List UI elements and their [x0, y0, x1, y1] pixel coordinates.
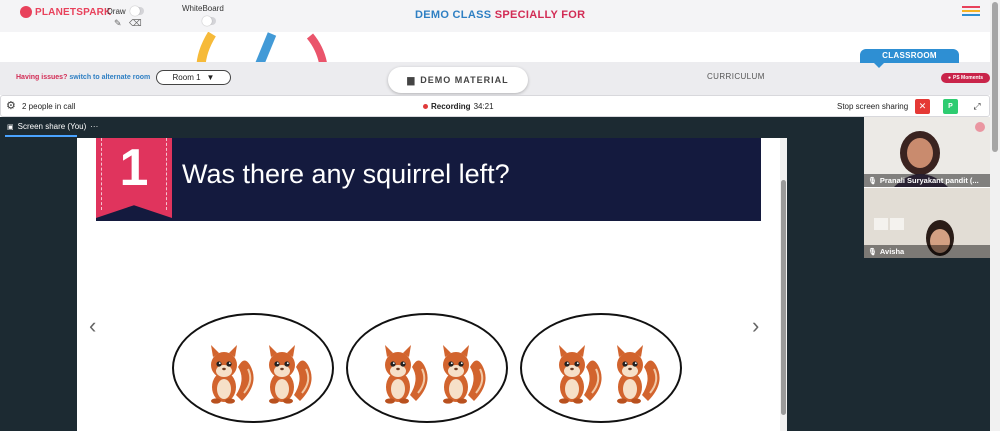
- participant-name-bar: 🎙 Avisha: [864, 245, 990, 258]
- slide-header: 1 Was there any squirrel left?: [96, 138, 761, 221]
- previous-slide-arrow-icon[interactable]: ‹: [89, 315, 96, 337]
- mic-icon: 🎙: [868, 248, 877, 256]
- squirrel-group-oval: [520, 313, 682, 423]
- whiteboard-toggle[interactable]: [202, 16, 216, 26]
- alternate-room-link[interactable]: switch to alternate room: [69, 74, 150, 81]
- recording-label: Recording: [431, 102, 471, 111]
- stop-share-label: Stop screen sharing: [837, 102, 909, 111]
- mic-icon: 🎙: [868, 177, 877, 185]
- folder-icon: ▆: [407, 74, 416, 85]
- pencil-icon[interactable]: ✎: [114, 19, 122, 28]
- page-title: DEMO CLASS SPECIALLY FOR: [415, 9, 585, 21]
- slide-canvas: 1 Was there any squirrel left? ‹ ›: [77, 138, 787, 431]
- top-header: PLANETSPARK Draw ✎ ⌫ WhiteBoard DEMO CLA…: [0, 0, 990, 32]
- whiteboard-label: WhiteBoard: [182, 4, 224, 13]
- demo-material-label: DEMO MATERIAL: [420, 75, 509, 85]
- recording-time: 34:21: [473, 102, 494, 111]
- screen-share-tab[interactable]: ▣ Screen share (You) ···: [7, 122, 98, 131]
- squirrel-group-oval: [346, 313, 508, 423]
- demo-material-button[interactable]: ▆ DEMO MATERIAL: [388, 67, 528, 93]
- hamburger-menu-icon[interactable]: [962, 6, 980, 16]
- squirrel-icon: [608, 343, 664, 410]
- room-select-value: Room 1: [172, 73, 201, 82]
- title-demo-class: DEMO CLASS: [415, 9, 492, 21]
- close-icon[interactable]: ✕: [915, 99, 930, 114]
- draw-toggle[interactable]: [130, 6, 144, 16]
- page-scrollbar-thumb[interactable]: [992, 2, 998, 152]
- number-ribbon: 1: [96, 138, 172, 218]
- brand-name: PLANETSPARK: [35, 6, 112, 18]
- participant-video-teacher[interactable]: 🎙 Pranali Suryakant pandit (...: [864, 117, 990, 187]
- screen-share-stage: ▣ Screen share (You) ··· 1 Was there any…: [0, 117, 864, 431]
- more-options-icon[interactable]: ···: [90, 122, 98, 131]
- side-panel-empty: [864, 258, 990, 431]
- squirrel-icon: [434, 343, 490, 410]
- monitor-icon: ▣: [7, 123, 14, 131]
- ps-moments-label: PS Moments: [953, 75, 984, 81]
- recording-status: Recording 34:21: [423, 102, 494, 111]
- title-specially-for: SPECIALLY FOR: [494, 9, 586, 21]
- planet-logo-icon: [20, 6, 32, 18]
- participant-name-bar: 🎙 Pranali Suryakant pandit (...: [864, 174, 990, 187]
- caret-down-icon: ▼: [206, 73, 215, 82]
- squirrel-icon: [376, 343, 432, 410]
- expand-icon[interactable]: ⤢: [970, 99, 984, 113]
- participant-name: Pranali Suryakant pandit (...: [879, 176, 979, 185]
- issues-notice: Having issues? switch to alternate room: [16, 74, 150, 81]
- slide-scrollbar-thumb[interactable]: [781, 180, 786, 415]
- brand-logo[interactable]: PLANETSPARK: [20, 6, 111, 18]
- slide-number: 1: [119, 139, 149, 197]
- room-select[interactable]: Room 1 ▼: [156, 70, 231, 85]
- curriculum-tab[interactable]: CURRICULUM: [707, 72, 765, 81]
- issues-text: Having issues?: [16, 74, 68, 81]
- app-root: PLANETSPARK Draw ✎ ⌫ WhiteBoard DEMO CLA…: [0, 0, 1000, 431]
- page-scrollbar[interactable]: [990, 0, 1000, 431]
- class-toolbar: Having issues? switch to alternate room …: [0, 49, 990, 95]
- draw-label: Draw: [107, 7, 126, 16]
- screen-share-label: Screen share (You): [17, 122, 87, 131]
- next-slide-arrow-icon[interactable]: ›: [752, 315, 759, 337]
- call-bar: ⚙ 2 people in call Recording 34:21 Stop …: [0, 95, 990, 117]
- camera-icon: ●: [947, 75, 951, 81]
- squirrel-icon: [550, 343, 606, 410]
- active-tab-underline: [5, 135, 77, 137]
- slide-question: Was there any squirrel left?: [182, 159, 510, 189]
- participant-video-student[interactable]: 🎙 Avisha: [864, 188, 990, 258]
- participant-name: Avisha: [879, 247, 905, 256]
- ps-moments-button[interactable]: ● PS Moments: [941, 73, 990, 83]
- eraser-icon[interactable]: ⌫: [129, 19, 142, 28]
- gear-icon[interactable]: ⚙: [6, 99, 16, 112]
- people-count: 2 people in call: [22, 102, 76, 111]
- participant-badge[interactable]: P: [943, 99, 958, 114]
- squirrel-group-oval: [172, 313, 334, 423]
- slide-scrollbar[interactable]: [780, 138, 787, 431]
- classroom-tab[interactable]: CLASSROOM: [860, 49, 959, 68]
- squirrel-icon: [202, 343, 258, 410]
- recording-dot-icon: [423, 104, 428, 109]
- squirrel-icon: [260, 343, 316, 410]
